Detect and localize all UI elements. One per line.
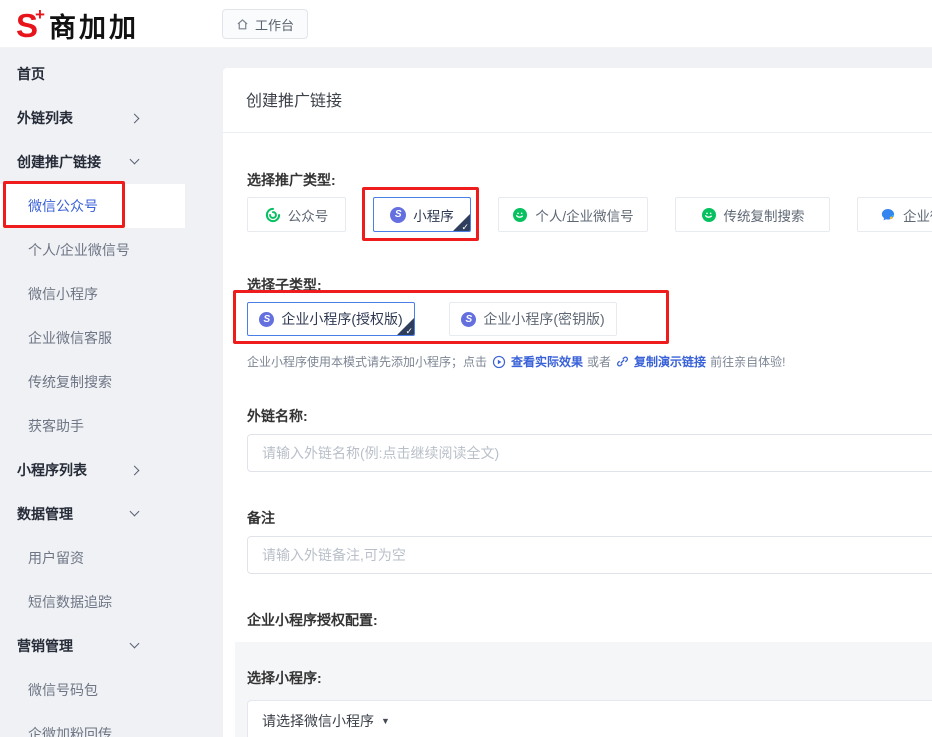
brand-logo: S+ 商加加 (16, 5, 139, 45)
chevron-right-icon (130, 466, 140, 476)
type-option-miniprogram[interactable]: S 小程序 ✓ (373, 197, 471, 232)
logo-s-mark: S (16, 9, 37, 42)
chevron-down-icon (130, 155, 140, 165)
subtype-hint: 企业小程序使用本模式请先添加小程序；点击 查看实际效果 或者 复制演示链接 前往… (247, 353, 932, 370)
dropdown-caret-icon: ▼ (381, 716, 390, 726)
sidebar-item-external-links[interactable]: 外链列表 (0, 96, 210, 140)
remark-label: 备注 (247, 472, 932, 526)
subtype-label: 选择子类型: (247, 232, 932, 293)
remark-input[interactable] (247, 536, 932, 574)
create-promo-link-card: 创建推广链接 选择推广类型: 公众号 S 小程序 ✓ (223, 68, 932, 737)
wecom-icon (880, 207, 896, 223)
check-icon: ✓ (461, 223, 469, 232)
subtype-options: S 企业小程序(授权版) ✓ S 企业小程序(密钥版) (247, 302, 932, 336)
subtype-option-key-version[interactable]: S 企业小程序(密钥版) (449, 302, 617, 336)
top-header: S+ 商加加 工作台 (0, 0, 932, 48)
type-option-personal-enterprise-wechat[interactable]: 个人/企业微信号 (498, 197, 648, 232)
logo-brand-name: 商加加 (49, 6, 139, 45)
logo-plus-mark: + (35, 5, 45, 25)
auth-config-panel: 选择小程序: 请选择微信小程序 ▼ (235, 642, 932, 737)
select-miniprogram-label: 选择小程序: (247, 670, 932, 686)
sidebar: 首页 外链列表 创建推广链接 微信公众号 个人/企业微信号 微信小程序 企业微信… (0, 48, 210, 737)
wechat-icon (512, 207, 528, 223)
promo-type-label: 选择推广类型: (247, 133, 932, 188)
check-icon: ✓ (405, 327, 413, 336)
hint-text: 企业小程序使用本模式请先添加小程序；点击 (247, 353, 487, 370)
sidebar-item-marketing-management[interactable]: 营销管理 (0, 624, 210, 668)
copy-demo-link[interactable]: 复制演示链接 (634, 353, 706, 370)
sidebar-item-home[interactable]: 首页 (0, 52, 210, 96)
type-option-wecom-service[interactable]: 企业微信客服 (857, 197, 932, 232)
app-root: S+ 商加加 工作台 首页 外链列表 创建推广链接 微信公众号 个人/企业微信号… (0, 0, 932, 737)
sidebar-item-traditional-copy-search[interactable]: 传统复制搜索 (0, 360, 210, 404)
wechat-icon (701, 207, 717, 223)
subtype-option-auth-version[interactable]: S 企业小程序(授权版) ✓ (247, 302, 415, 336)
chevron-right-icon (130, 114, 140, 124)
hint-text: 或者 (587, 353, 611, 370)
auth-config-label: 企业小程序授权配置: (247, 574, 932, 628)
sidebar-item-wechat-number-pack[interactable]: 微信号码包 (0, 668, 210, 712)
sidebar-item-user-leads[interactable]: 用户留资 (0, 536, 210, 580)
miniprogram-icon: S (259, 312, 274, 327)
wechat-official-icon (265, 207, 281, 223)
miniprogram-icon: S (390, 207, 406, 223)
chevron-down-icon (130, 639, 140, 649)
hint-text: 前往亲自体验! (710, 353, 785, 370)
chevron-down-icon (130, 507, 140, 517)
sidebar-item-miniprogram-list[interactable]: 小程序列表 (0, 448, 210, 492)
promo-type-options: 公众号 S 小程序 ✓ 个人/企业微信号 (247, 197, 932, 232)
card-body: 选择推广类型: 公众号 S 小程序 ✓ (223, 133, 932, 737)
type-option-traditional-copy-search[interactable]: 传统复制搜索 (675, 197, 830, 232)
sidebar-item-customer-assistant[interactable]: 获客助手 (0, 404, 210, 448)
view-demo-link[interactable]: 查看实际效果 (511, 353, 583, 370)
miniprogram-select[interactable]: 请选择微信小程序 ▼ (247, 700, 932, 737)
sidebar-item-sms-tracking[interactable]: 短信数据追踪 (0, 580, 210, 624)
home-icon (236, 18, 249, 31)
workspace-label: 工作台 (255, 15, 294, 34)
workspace-button[interactable]: 工作台 (222, 9, 308, 39)
link-icon[interactable] (616, 355, 629, 368)
sidebar-item-create-promo-link[interactable]: 创建推广链接 (0, 140, 210, 184)
sidebar-item-wechat-official[interactable]: 微信公众号 (0, 184, 185, 228)
miniprogram-select-value: 请选择微信小程序 (262, 711, 374, 731)
page-title: 创建推广链接 (223, 68, 932, 133)
sidebar-item-personal-enterprise-wechat[interactable]: 个人/企业微信号 (0, 228, 210, 272)
play-circle-icon[interactable] (492, 355, 506, 369)
sidebar-item-wecom-service[interactable]: 企业微信客服 (0, 316, 210, 360)
sidebar-item-data-management[interactable]: 数据管理 (0, 492, 210, 536)
sidebar-item-wecom-fans-callback[interactable]: 企微加粉回传 (0, 712, 210, 737)
link-name-label: 外链名称: (247, 370, 932, 424)
main-content: 创建推广链接 选择推广类型: 公众号 S 小程序 ✓ (210, 48, 932, 737)
link-name-input[interactable] (247, 434, 932, 472)
miniprogram-icon: S (461, 312, 476, 327)
sidebar-item-wechat-miniprogram[interactable]: 微信小程序 (0, 272, 210, 316)
type-option-official-account[interactable]: 公众号 (247, 197, 346, 232)
